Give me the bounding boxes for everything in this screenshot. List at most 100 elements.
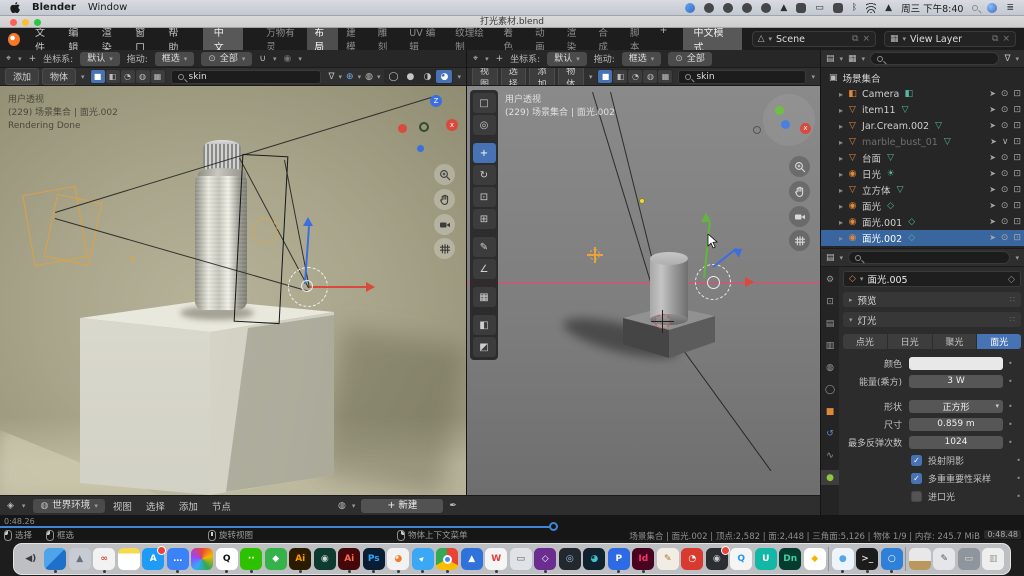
active-tool-icon[interactable]: ⌖	[473, 54, 478, 64]
orientation-dropdown[interactable]: 默认▾	[80, 52, 120, 66]
dock-item[interactable]: ▭	[510, 548, 532, 570]
properties-search-input[interactable]	[848, 251, 1010, 264]
drag-dropdown[interactable]: 框选▾	[622, 52, 662, 66]
snap-dropdown[interactable]: ⊙全部▾	[201, 52, 252, 66]
expander-icon[interactable]	[839, 105, 843, 116]
viewport-menu-item[interactable]: 添加	[5, 68, 39, 85]
expander-icon[interactable]	[839, 201, 843, 212]
proportional-edit-icon[interactable]: ◉	[283, 54, 291, 64]
render-visibility-icon[interactable]	[1013, 89, 1021, 99]
display-mode-icon[interactable]: ▤	[826, 54, 835, 64]
header-toggle-icon[interactable]: ▦	[151, 70, 165, 83]
dock-item[interactable]	[828, 547, 829, 571]
spotlight-icon[interactable]	[972, 5, 978, 11]
viewport-menu-item[interactable]: 添加	[529, 68, 555, 86]
close-window-button[interactable]	[10, 19, 17, 26]
tab-view-layer[interactable]: ▥	[821, 338, 839, 353]
music-app-icon[interactable]	[685, 3, 695, 13]
visibility-eye-icon[interactable]	[1001, 185, 1009, 195]
axis-y-ball[interactable]	[775, 106, 784, 115]
dock-item[interactable]: ▥	[982, 548, 1004, 570]
object-name[interactable]: marble_bust_01	[862, 137, 938, 148]
pan-button[interactable]	[789, 181, 810, 202]
nav-gizmo[interactable]	[763, 94, 815, 146]
light-type-tab[interactable]: 日光	[888, 334, 933, 349]
dock-item[interactable]: Dn	[779, 548, 801, 570]
object-name[interactable]: 立方体	[862, 183, 891, 197]
axis-y-ball[interactable]	[419, 122, 429, 132]
active-tool-icon[interactable]: ⌖	[6, 54, 11, 64]
tab-object[interactable]: ■	[821, 404, 839, 419]
outliner-root-collection[interactable]: ▣ 场景集合	[821, 70, 1024, 86]
checkbox[interactable]	[911, 455, 922, 466]
dock-item[interactable]	[118, 548, 140, 570]
viewport-menu-item[interactable]: 物体	[42, 68, 76, 85]
header-toggle-icon[interactable]: ◧	[613, 70, 627, 83]
dock-item[interactable]: Ai	[289, 548, 311, 570]
header-toggle-icon[interactable]: ◍	[136, 70, 150, 83]
gizmo-x-arrow[interactable]	[745, 277, 754, 287]
world-datablock-icon[interactable]: ◍	[338, 501, 346, 511]
gizmo-z-arrow[interactable]	[733, 245, 745, 258]
header-toggle-icon[interactable]: ◧	[106, 70, 120, 83]
dock-item[interactable]: ◕	[387, 548, 409, 570]
gizmos-icon[interactable]: ⊕	[346, 72, 354, 82]
object-name[interactable]: 台面	[862, 151, 881, 165]
tab-physics[interactable]: ↺	[821, 426, 839, 441]
selectable-icon[interactable]	[989, 153, 996, 163]
perspective-toggle-button[interactable]	[434, 238, 455, 259]
menubar-window-menu[interactable]: Window	[88, 2, 127, 13]
dock-item[interactable]: ▭	[958, 548, 980, 570]
eject-icon[interactable]: ▲	[885, 3, 892, 13]
new-world-button[interactable]: + 新建	[361, 499, 443, 513]
tool-cursor[interactable]: ◎	[473, 115, 496, 135]
outliner-row[interactable]: 日光	[821, 166, 1024, 182]
gizmo-x-arrow[interactable]	[366, 282, 375, 292]
tool-transform[interactable]: ⊞	[473, 209, 496, 229]
control-center-icon[interactable]: ≣	[1006, 3, 1014, 13]
outliner-row[interactable]: 面光	[821, 198, 1024, 214]
airplay-icon[interactable]: ▭	[815, 3, 824, 13]
mountain-app-icon[interactable]: ▲	[780, 3, 787, 13]
size-field[interactable]: 0.859 m	[909, 418, 1003, 431]
shading-dropdown-icon[interactable]: ▾	[457, 73, 461, 81]
render-progress-knob[interactable]	[549, 522, 558, 531]
visibility-eye-icon[interactable]	[1001, 105, 1009, 115]
shader-menu-item[interactable]: 节点	[212, 499, 231, 513]
zoom-button[interactable]	[789, 156, 810, 177]
header-toggle-icon[interactable]: ■	[91, 70, 105, 83]
object-name[interactable]: 面光.002	[862, 231, 902, 245]
animate-dot-icon[interactable]: •	[1008, 359, 1013, 368]
dock-item[interactable]: >_	[856, 548, 878, 570]
dock-item[interactable]: Q	[730, 548, 752, 570]
dock-item[interactable]: ◇	[534, 548, 556, 570]
adobe-cc-icon[interactable]	[723, 3, 733, 13]
dock-item[interactable]: ◉	[314, 548, 336, 570]
outliner-row[interactable]: Camera	[821, 86, 1024, 102]
dock-item[interactable]: Ps	[363, 548, 385, 570]
selectable-icon[interactable]	[989, 233, 996, 243]
tab-world[interactable]: ◯	[821, 382, 839, 397]
render-visibility-icon[interactable]	[1013, 153, 1021, 163]
siri-icon[interactable]	[987, 3, 997, 13]
power-field[interactable]: 3 W	[909, 375, 1003, 388]
visibility-eye-icon[interactable]	[1001, 217, 1009, 227]
tab-data[interactable]: ●	[821, 470, 839, 485]
scene-selector[interactable]: △ ▾ Scene ⧉ ×	[752, 31, 876, 47]
expander-icon[interactable]	[839, 185, 843, 196]
light-type-tab[interactable]: 点光	[843, 334, 888, 349]
dock-item[interactable]: U	[755, 548, 777, 570]
mode-dropdown-icon[interactable]: ▾	[589, 73, 593, 81]
expander-icon[interactable]	[839, 121, 843, 132]
dock-item[interactable]: ✎	[657, 548, 679, 570]
expander-icon[interactable]	[839, 153, 843, 164]
gizmo-center[interactable]	[301, 280, 313, 292]
viewport-menu-item[interactable]: 物体	[558, 68, 584, 86]
header-toggle-icon[interactable]: ◔	[628, 70, 642, 83]
visibility-eye-icon[interactable]	[1001, 201, 1009, 211]
gizmo-center[interactable]	[707, 276, 720, 289]
dock-item[interactable]: ◕	[583, 548, 605, 570]
visibility-eye-icon[interactable]	[1002, 137, 1009, 147]
dock-item[interactable]: ◀)	[20, 548, 42, 570]
animate-dot-icon[interactable]: •	[1008, 438, 1013, 447]
